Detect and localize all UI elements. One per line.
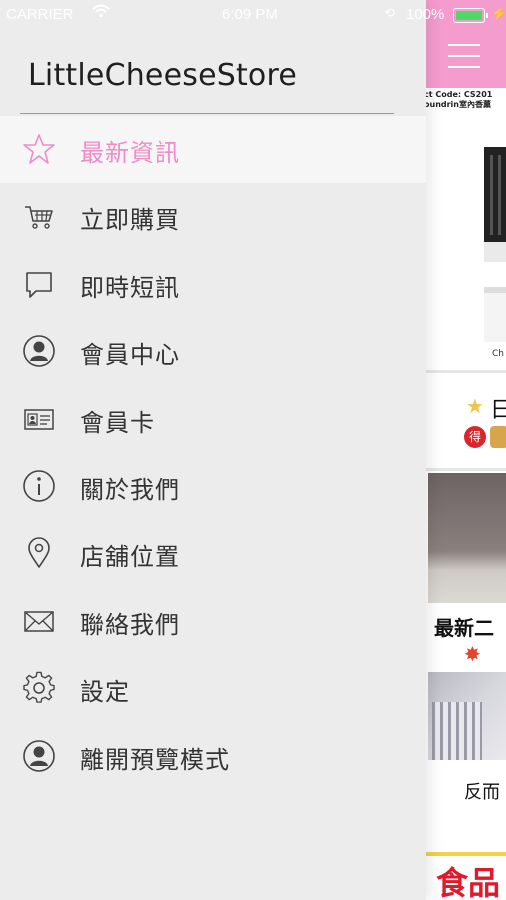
gold-star-icon: ★: [466, 394, 484, 418]
collision-icon: ✸: [464, 642, 481, 666]
section-divider: [426, 468, 506, 471]
menu-item-member-center[interactable]: 會員中心: [0, 318, 426, 385]
post-title-fragment: 日: [490, 398, 506, 423]
battery-icon: [453, 8, 488, 23]
status-bar: CARRIER 6:09 PM ⟲ 100% ⚡: [0, 0, 506, 30]
member-card-icon: [24, 408, 54, 430]
drawer-title: LittleCheeseStore: [28, 58, 298, 93]
hamburger-menu-icon[interactable]: [448, 44, 480, 77]
post-heading-fragment: 最新二: [434, 616, 494, 640]
product-image[interactable]: [484, 147, 506, 342]
menu-item-buy-now[interactable]: 立即購買: [0, 183, 426, 250]
menu-item-messages[interactable]: 即時短訊: [0, 251, 426, 318]
post-photo[interactable]: [428, 473, 506, 603]
menu-item-label: 聯絡我們: [80, 610, 180, 639]
menu-item-store-location[interactable]: 店舖位置: [0, 520, 426, 587]
menu-item-label: 立即購買: [80, 206, 180, 235]
menu-item-contact-us[interactable]: 聯絡我們: [0, 588, 426, 655]
drawer-menu: 最新資訊 立即購買 即時短訊 會員中心 會員卡 關於我們 店舖位置 聯絡我們 設…: [0, 116, 426, 790]
gear-icon: [23, 671, 55, 703]
menu-item-label: 關於我們: [80, 475, 180, 504]
menu-item-label: 設定: [80, 678, 130, 707]
money-bag-icon: [490, 426, 506, 448]
post-photo[interactable]: [428, 672, 506, 760]
battery-percent: 100%: [406, 6, 445, 23]
menu-item-label: 店舖位置: [80, 543, 180, 572]
info-icon: [23, 470, 55, 502]
menu-item-about-us[interactable]: 關於我們: [0, 453, 426, 520]
user-circle-icon: [23, 335, 55, 367]
location-pin-icon: [28, 537, 50, 569]
menu-item-label: 會員中心: [80, 341, 180, 370]
chat-bubble-icon: [26, 271, 52, 298]
menu-item-settings[interactable]: 設定: [0, 655, 426, 722]
menu-item-label: 離開預覽模式: [80, 745, 230, 774]
wifi-icon: [92, 4, 110, 21]
cart-icon: [25, 206, 53, 230]
menu-item-news[interactable]: 最新資訊: [0, 116, 426, 184]
food-banner-text: 食品: [436, 864, 501, 900]
food-banner[interactable]: 食品: [426, 852, 506, 900]
star-icon: [23, 134, 55, 164]
user-circle-icon: [23, 739, 55, 772]
rotation-lock-icon: ⟲: [384, 5, 395, 20]
product-code-line1: ct Code: CS201: [426, 90, 493, 99]
navigation-drawer: LittleCheeseStore 最新資訊 立即購買 即時短訊 會員中心 會員…: [0, 0, 426, 900]
menu-item-member-card[interactable]: 會員卡: [0, 386, 426, 453]
post-text-fragment: 反而: [464, 782, 500, 803]
main-content-preview: ct Code: CS201 oundrin室內香薰 Ch ★ 日 得 最新二 …: [426, 0, 506, 900]
product-caption: Ch: [492, 349, 504, 359]
menu-item-label: 即時短訊: [80, 273, 180, 302]
product-code-line2: oundrin室內香薰: [426, 100, 491, 109]
menu-item-label: 最新資訊: [80, 139, 180, 167]
charging-bolt-icon: ⚡: [491, 6, 506, 21]
de-badge-icon: 得: [464, 426, 486, 448]
menu-item-exit-preview[interactable]: 離開預覽模式: [0, 723, 426, 790]
section-divider: [426, 370, 506, 373]
carrier-label: CARRIER: [6, 6, 74, 23]
status-time: 6:09 PM: [222, 6, 278, 23]
title-divider: [20, 113, 394, 114]
product-code-text: ct Code: CS201 oundrin室內香薰: [426, 90, 506, 110]
envelope-icon: [24, 610, 54, 632]
menu-item-label: 會員卡: [80, 408, 155, 437]
